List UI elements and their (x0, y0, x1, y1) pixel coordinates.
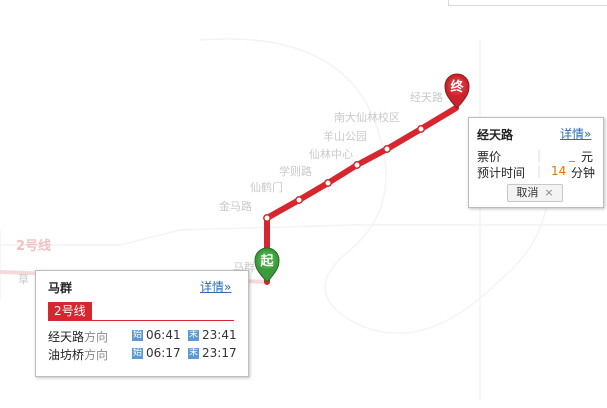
top-panel-edge (448, 0, 607, 6)
time-divider: | (537, 164, 542, 178)
first-train-time: 06:17 (146, 346, 181, 360)
double-chevron-right-icon: » (584, 127, 592, 141)
last-train-time: 23:17 (202, 346, 237, 360)
cancel-button[interactable]: 取消 × (507, 184, 563, 202)
station-dot[interactable] (263, 214, 271, 222)
station-dot[interactable] (353, 161, 361, 169)
start-detail-label: 详情 (200, 280, 225, 294)
line-2-label-faint: 2号线 (16, 238, 51, 254)
fare-label: 票价 (477, 150, 502, 164)
last-train: 末 23:17 (188, 346, 237, 360)
first-train-icon: 始 (132, 348, 143, 359)
start-marker[interactable]: 起 (254, 247, 280, 283)
direction-terminal: 经天路 (48, 330, 85, 344)
station-dot[interactable] (383, 145, 391, 153)
direction-terminal: 油坊桥 (48, 348, 85, 362)
station-label-jinmalu: 金马路 (219, 199, 252, 213)
fare-divider: | (537, 148, 542, 162)
station-dot[interactable] (324, 179, 332, 187)
line-tab-rule (48, 320, 234, 321)
time-label: 预计时间 (477, 166, 526, 180)
end-marker-label: 终 (450, 79, 464, 95)
start-station-popup: 马群 详情» 2号线 经天路方向 始 06:41 末 23:41 油坊桥方向 始 06… (35, 270, 249, 377)
station-label-xuezelu: 学则路 (279, 164, 312, 178)
station-dot[interactable] (295, 196, 303, 204)
direction-row: 经天路方向 (48, 328, 108, 345)
direction-word: 方向 (84, 348, 109, 362)
faint-station-label: 草 (18, 273, 29, 286)
direction-row: 油坊桥方向 (48, 346, 108, 363)
station-dot[interactable] (417, 125, 425, 133)
station-label-jingtianlu: 经天路 (410, 91, 443, 104)
first-train-time: 06:41 (146, 328, 181, 342)
direction-word: 方向 (84, 330, 109, 344)
end-station-popup: 经天路 详情» 票价 | _ 元 预计时间 | 14 分钟 取消 × (468, 117, 604, 208)
first-train: 始 06:41 (132, 328, 181, 342)
start-detail-link[interactable]: 详情» (200, 278, 231, 295)
end-marker[interactable]: 终 (444, 73, 470, 109)
fare-value: _ (569, 148, 575, 162)
station-label-xianlinzhongxin: 仙林中心 (309, 147, 353, 161)
close-icon: × (544, 186, 554, 199)
last-train: 末 23:41 (188, 328, 237, 342)
station-label-xianhemen: 仙鹤门 (250, 180, 283, 194)
start-marker-label: 起 (259, 253, 274, 269)
station-labels: 金马路 仙鹤门 学则路 仙林中心 羊山公园 南大仙林校区 经天路 (219, 91, 443, 213)
time-value: 14 (551, 164, 567, 178)
first-train: 始 06:17 (132, 346, 181, 360)
end-detail-link[interactable]: 详情» (560, 125, 591, 142)
last-train-time: 23:41 (202, 328, 237, 342)
start-station-name: 马群 (48, 281, 73, 295)
station-label-yangshangongyuan: 羊山公园 (323, 129, 367, 143)
first-train-icon: 始 (132, 330, 143, 341)
double-chevron-right-icon: » (224, 280, 232, 294)
last-train-icon: 末 (188, 348, 199, 359)
cancel-label: 取消 (516, 186, 539, 199)
end-station-name: 经天路 (477, 128, 514, 142)
time-unit: 分钟 (571, 166, 596, 180)
end-detail-label: 详情 (560, 127, 585, 141)
station-label-nanda: 南大仙林校区 (334, 110, 400, 124)
line-tab[interactable]: 2号线 (48, 302, 92, 320)
last-train-icon: 末 (188, 330, 199, 341)
fare-unit: 元 (581, 150, 594, 164)
